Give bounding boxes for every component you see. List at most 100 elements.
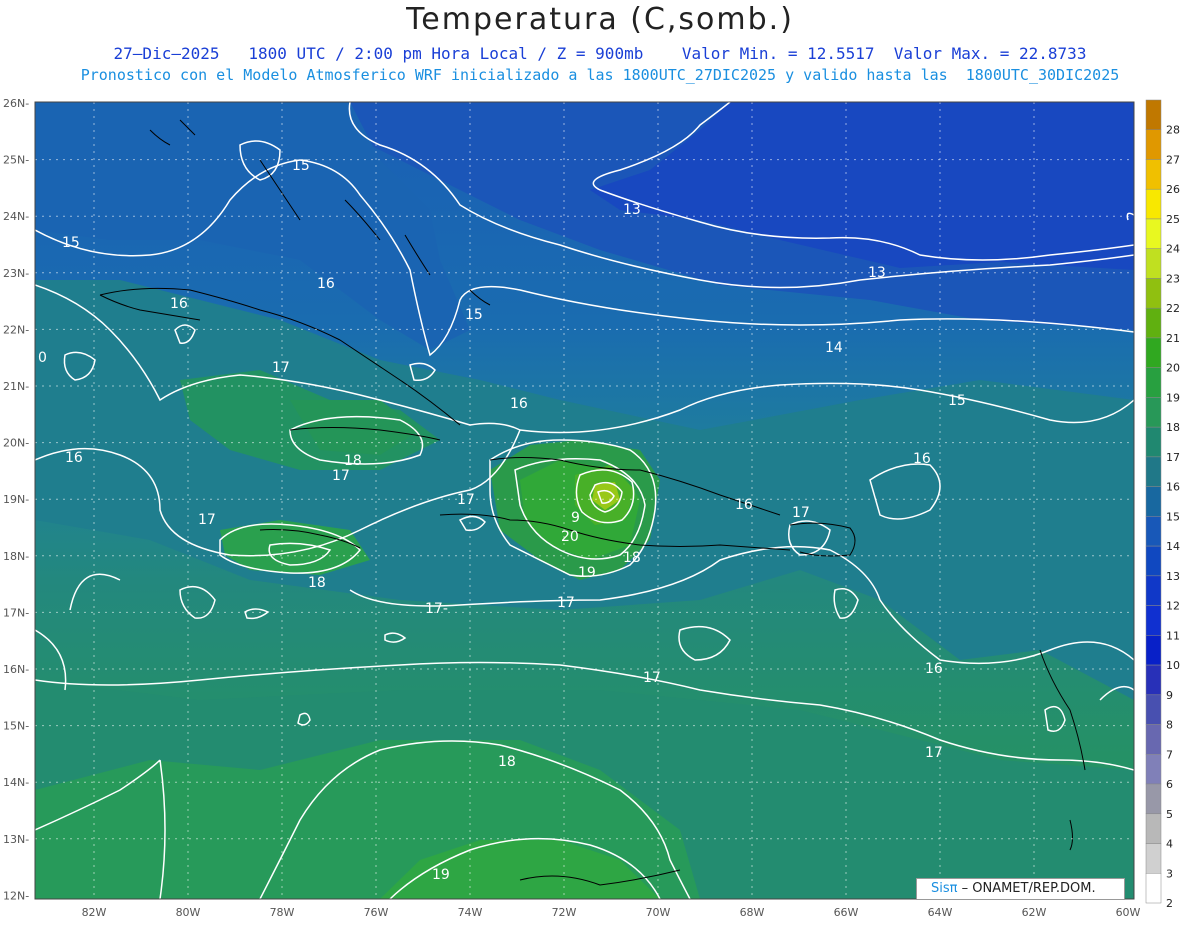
colorbar-swatch: [1145, 545, 1162, 577]
colorbar-label: 11: [1166, 629, 1180, 642]
colorbar-label: 15: [1166, 510, 1180, 523]
colorbar-label: 16: [1166, 481, 1180, 494]
colorbar-swatch: [1145, 188, 1162, 220]
contour-label: 18: [498, 754, 516, 770]
contour-label: 16: [735, 497, 753, 513]
colorbar-swatch: [1145, 605, 1162, 636]
contour-label: 17: [792, 505, 810, 521]
contour-label: 16: [913, 451, 931, 467]
contour-label: 16: [510, 396, 528, 412]
colorbar-swatch: [1145, 218, 1162, 249]
contour-label: 17: [557, 595, 575, 611]
contour-label: 0: [38, 350, 47, 366]
contour-label: 17: [198, 512, 216, 528]
lon-label: 62W: [1022, 906, 1047, 919]
colorbar-swatch: [1145, 426, 1162, 458]
lat-label: 20N-: [3, 437, 29, 450]
lat-label: 18N-: [3, 550, 29, 563]
colorbar-swatch: [1145, 873, 1162, 904]
lon-label: 64W: [928, 906, 953, 919]
lat-label: 21N-: [3, 380, 29, 393]
lon-label: 80W: [176, 906, 201, 919]
colorbar-swatch: [1145, 694, 1162, 725]
forecast-map: 15 15 15 15 13 13 14 16 16 16 16 16 16 1…: [3, 97, 1180, 919]
lat-label: 23N-: [3, 267, 29, 280]
model-info-line: Pronostico con el Modelo Atmosferico WRF…: [80, 66, 1120, 84]
lon-label: 70W: [646, 906, 671, 919]
contour-label: 17-: [425, 601, 448, 617]
lat-label: 19N-: [3, 493, 29, 506]
colorbar-label: 24: [1166, 243, 1180, 256]
contour-label: 17: [643, 670, 661, 686]
contour-label: 15: [948, 393, 966, 409]
lat-label: 16N-: [3, 663, 29, 676]
colorbar-swatch: [1145, 99, 1162, 130]
colorbar-swatch: [1145, 664, 1162, 696]
latitude-labels: 26N- 25N- 24N- 23N- 22N- 21N- 20N- 19N- 18N- 17N-…: [3, 97, 29, 902]
colorbar-swatch: [1145, 278, 1162, 309]
colorbar-label: 7: [1166, 748, 1173, 761]
lon-label: 78W: [270, 906, 295, 919]
contour-label: 18: [308, 575, 326, 591]
lat-label: 22N-: [3, 323, 29, 336]
colorbar-swatch: [1145, 843, 1162, 874]
colorbar-swatch: [1145, 635, 1162, 666]
colorbar-swatch: [1145, 159, 1162, 190]
colorbar-label: 28: [1166, 124, 1180, 137]
contour-label: 18: [623, 550, 641, 566]
contour-label: 15: [465, 307, 483, 323]
colorbar-swatch: [1145, 754, 1162, 785]
temperature-shading: [35, 102, 1134, 899]
lat-label: 25N-: [3, 154, 29, 167]
colorbar-label: 20: [1166, 362, 1180, 375]
lon-label: 66W: [834, 906, 859, 919]
forecast-info-line: 27–Dic–2025 1800 UTC / 2:00 pm Hora Loca…: [113, 44, 1087, 63]
contour-label: 19: [578, 565, 596, 581]
contour-label: 16: [925, 661, 943, 677]
contour-label: 17: [457, 492, 475, 508]
colorbar-label: 21: [1166, 332, 1180, 345]
lon-label: 74W: [458, 906, 483, 919]
colorbar-swatch: [1145, 307, 1162, 339]
lon-label: 72W: [552, 906, 577, 919]
contour-label: 16: [170, 296, 188, 312]
colorbar-label: 12: [1166, 600, 1180, 613]
colorbar-swatch: [1145, 456, 1162, 487]
contour-label: 13: [623, 202, 641, 218]
contour-label: 17: [272, 360, 290, 376]
colorbar-label: 22: [1166, 302, 1180, 315]
lat-label: 14N-: [3, 776, 29, 789]
colorbar-swatch: [1145, 516, 1162, 547]
contour-label: 16: [65, 450, 83, 466]
contour-label: 20: [561, 529, 579, 545]
colorbar-swatch: [1145, 129, 1162, 160]
colorbar-label: 6: [1166, 778, 1173, 791]
contour-label: 13: [868, 265, 886, 281]
colorbar-label: 3: [1166, 867, 1173, 880]
contour-label: 15: [62, 235, 80, 251]
lon-label: 60W: [1116, 906, 1141, 919]
contour-label: 19: [432, 867, 450, 883]
colorbar-swatch: [1145, 783, 1162, 815]
credit-org: – ONAMET/REP.DOM.: [957, 881, 1096, 896]
colorbar-swatch: [1145, 337, 1162, 368]
lat-label: 17N-: [3, 606, 29, 619]
credit-box: Sisπ – ONAMET/REP.DOM.: [916, 878, 1125, 900]
colorbar-swatch: [1145, 575, 1162, 606]
colorbar-label: 2: [1166, 897, 1173, 910]
colorbar-label: 5: [1166, 808, 1173, 821]
colorbar-label: 10: [1166, 659, 1180, 672]
contour-label: 16: [317, 276, 335, 292]
lat-label: 24N-: [3, 210, 29, 223]
colorbar-label: 14: [1166, 540, 1180, 553]
lat-label: 15N-: [3, 720, 29, 733]
contour-label: 17: [925, 745, 943, 761]
lon-label: 68W: [740, 906, 765, 919]
colorbar-label: 18: [1166, 421, 1180, 434]
colorbar-swatch: [1145, 724, 1162, 755]
colorbar-label: 17: [1166, 451, 1180, 464]
colorbar-swatch: [1145, 248, 1162, 279]
colorbar: 2827262524232221201918171615141312111098…: [1145, 99, 1180, 910]
colorbar-label: 19: [1166, 391, 1180, 404]
lat-label: 13N-: [3, 833, 29, 846]
